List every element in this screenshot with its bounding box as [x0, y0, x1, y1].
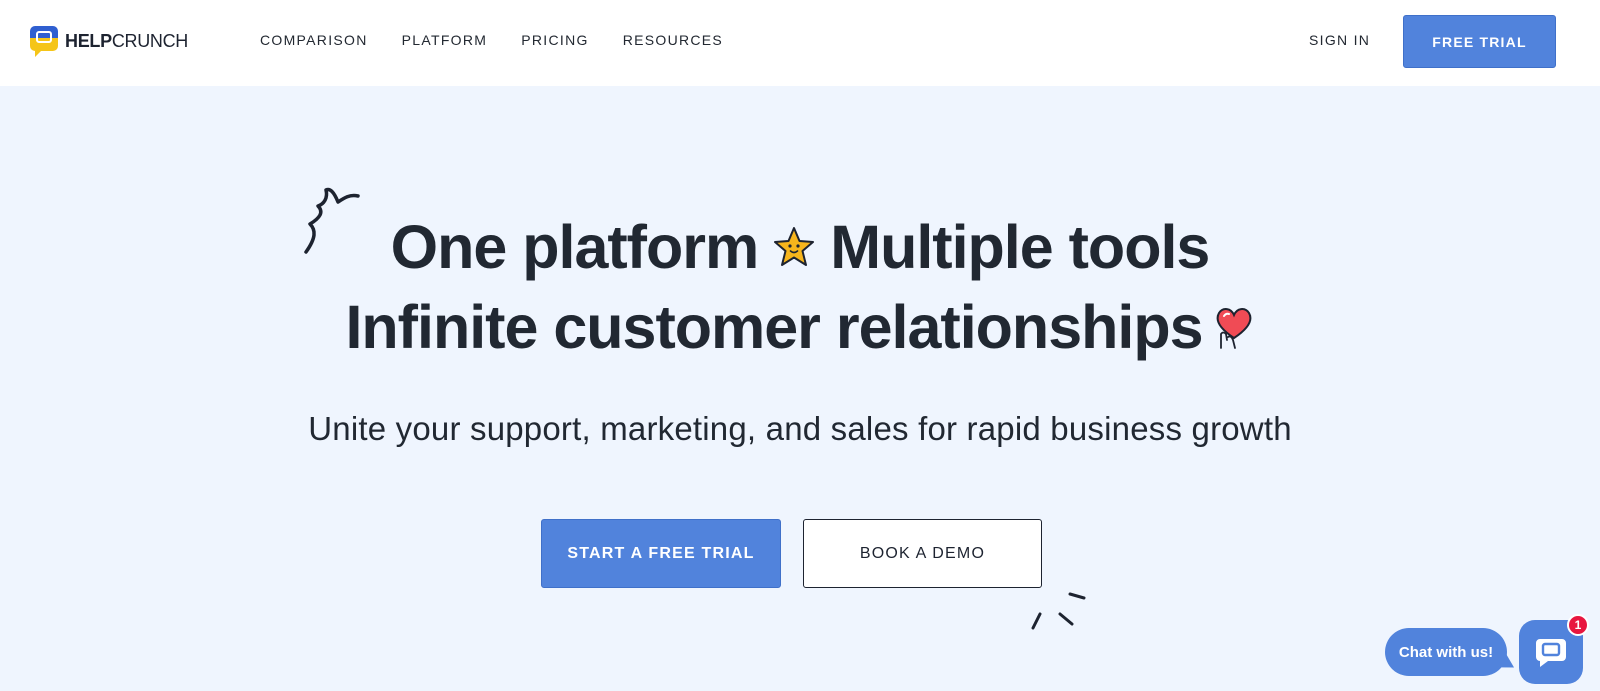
nav-resources[interactable]: RESOURCES	[623, 32, 723, 48]
sparks-icon	[1031, 592, 1086, 630]
nav-platform[interactable]: PLATFORM	[402, 32, 488, 48]
unread-count-badge: 1	[1567, 614, 1589, 636]
nav-pricing[interactable]: PRICING	[521, 32, 588, 48]
book-demo-button[interactable]: BOOK A DEMO	[803, 519, 1042, 588]
hero-subtitle: Unite your support, marketing, and sales…	[308, 410, 1292, 447]
heart-hands-icon	[1216, 308, 1251, 349]
free-trial-button[interactable]: FREE TRIAL	[1403, 15, 1556, 68]
headline-part-one: One platform	[390, 213, 760, 281]
helpcrunch-logo-icon	[30, 26, 58, 57]
sign-in-link[interactable]: SIGN IN	[1309, 32, 1370, 48]
hero-headline-line2: Infinite customer relationships	[0, 292, 1600, 362]
logo-text: HELPCRUNCH	[65, 30, 189, 51]
headline-line2-text: Infinite customer relationships	[345, 293, 1203, 361]
star-face-icon	[774, 227, 815, 266]
start-free-trial-button[interactable]: START A FREE TRIAL	[541, 519, 781, 588]
site-header: HELPCRUNCH COMPARISON PLATFORM PRICING R…	[0, 0, 1600, 86]
chat-with-us-bubble[interactable]: Chat with us!	[1385, 628, 1507, 676]
chat-icon	[1536, 639, 1566, 667]
helpcrunch-logo[interactable]: HELPCRUNCH	[28, 24, 188, 58]
headline-part-two: Multiple tools	[830, 213, 1210, 281]
hero-headline-line1: One platform Multiple tools	[0, 212, 1600, 282]
main-nav: COMPARISON PLATFORM PRICING RESOURCES	[260, 32, 757, 48]
nav-comparison[interactable]: COMPARISON	[260, 32, 368, 48]
